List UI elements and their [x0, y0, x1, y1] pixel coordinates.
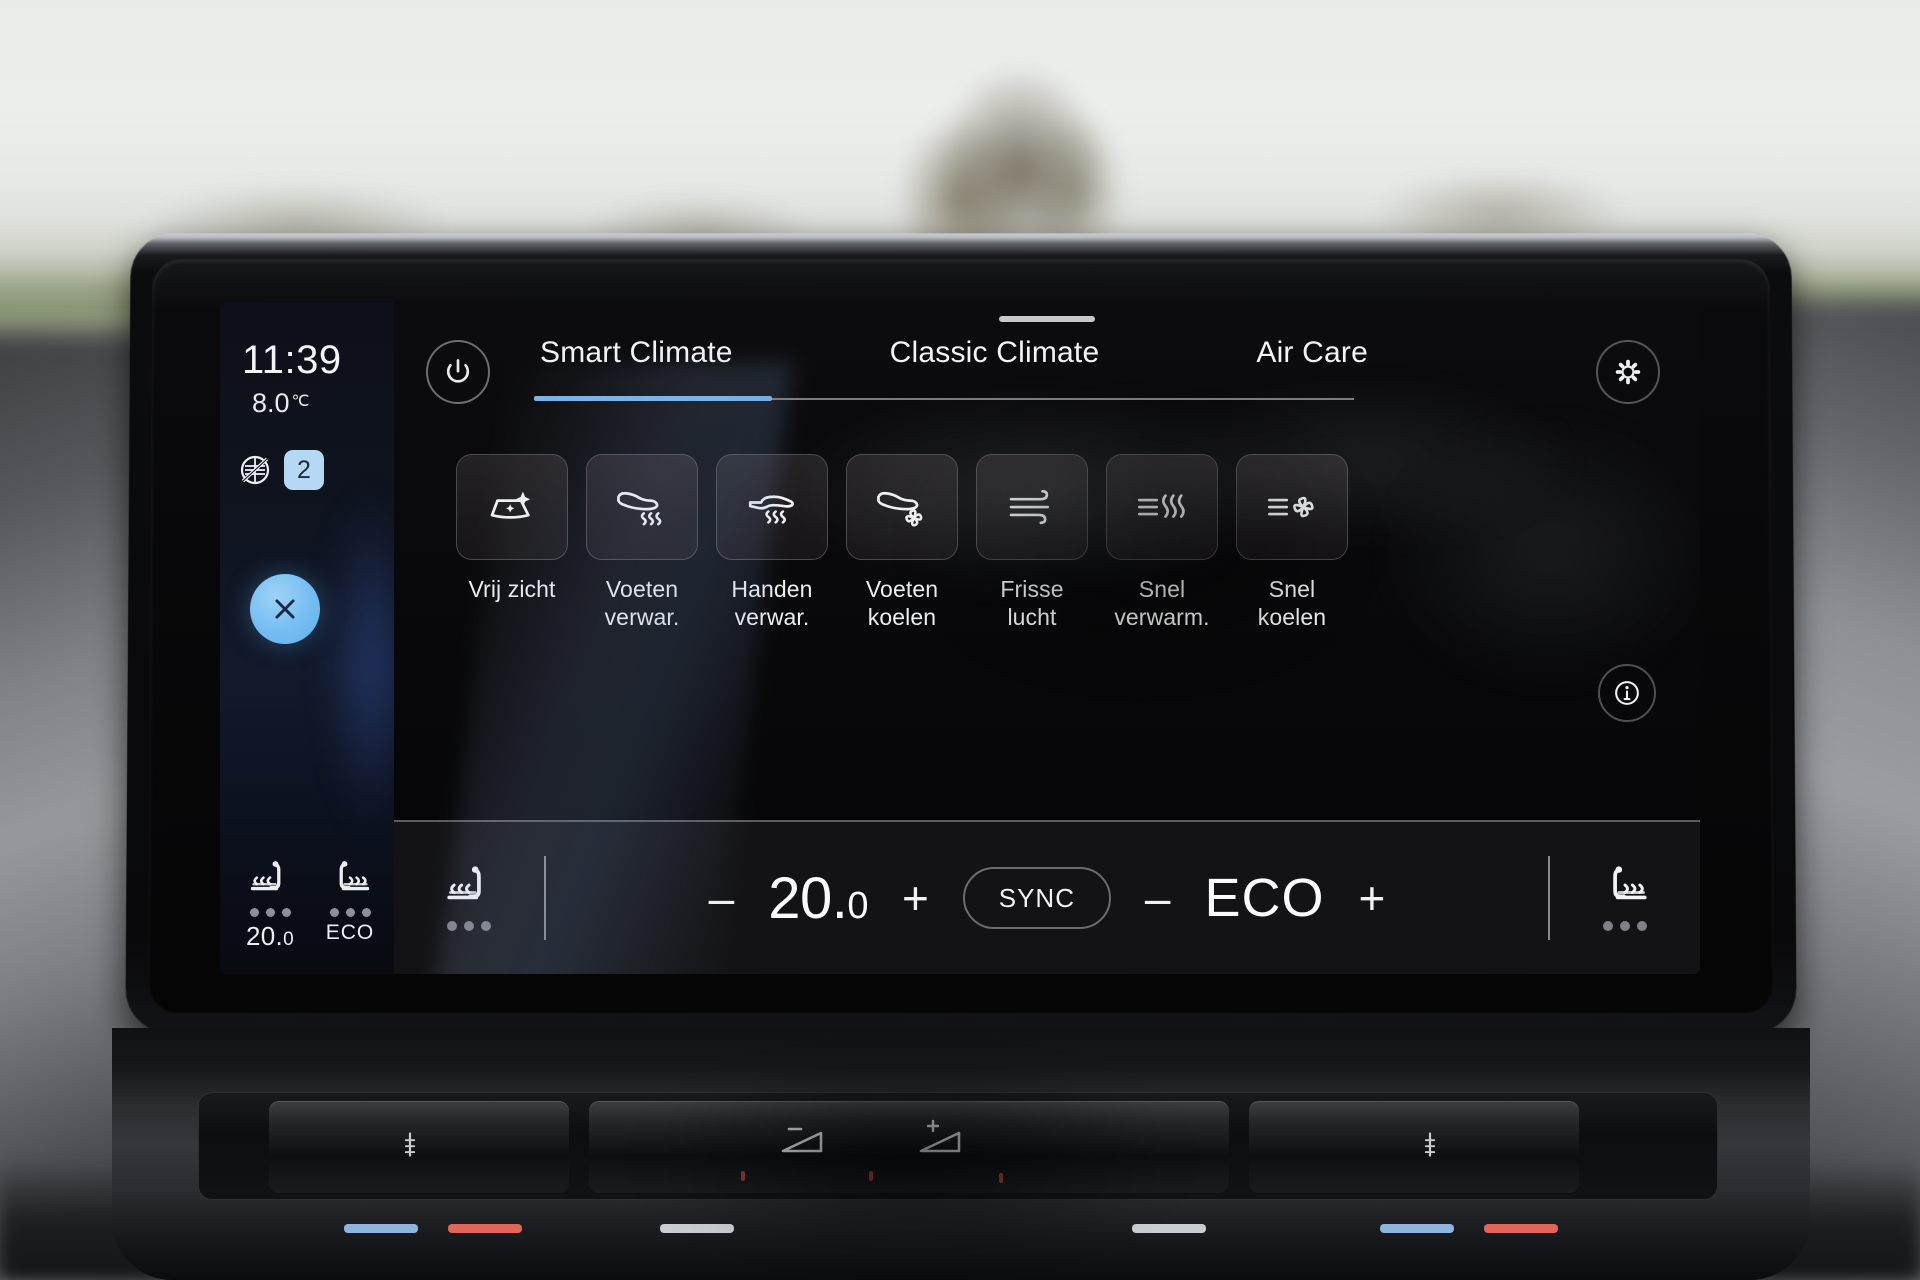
tile-label: Voeten verwar.	[604, 576, 680, 631]
close-button[interactable]	[250, 574, 320, 644]
touchscreen[interactable]: 11:39 8.0 ℃ 2 20.0 ECO Smart Climate Cla…	[220, 302, 1700, 974]
seat-level-dots	[1603, 921, 1647, 931]
temperature-and-mode-group: – 20.0 + SYNC – ECO +	[546, 865, 1548, 932]
seat-status-value: 20.0	[246, 921, 294, 951]
top-bar: Smart Climate Classic Climate Air Care	[394, 332, 1700, 424]
tile-voeten-koelen[interactable]: Voeten koelen	[846, 454, 958, 631]
clock: 11:39	[242, 338, 342, 382]
temp-warm-indicator	[1484, 1224, 1558, 1233]
tab-smart-climate[interactable]: Smart Climate	[534, 336, 739, 384]
physical-control-panel	[112, 1028, 1810, 1280]
recirculation-row: 2	[238, 450, 324, 490]
temperature-decrease-button[interactable]: –	[709, 875, 735, 921]
tile-snel-koelen[interactable]: Snel koelen	[1236, 454, 1348, 631]
close-x-icon	[275, 599, 295, 619]
power-icon	[446, 359, 470, 383]
infotainment-head-unit: 11:39 8.0 ℃ 2 20.0 ECO Smart Climate Cla…	[112, 232, 1810, 1280]
feet-cool-icon	[877, 491, 923, 527]
seat-status-value: ECO	[325, 921, 375, 944]
tile-surface[interactable]	[586, 454, 698, 560]
tile-vrij-zicht[interactable]: Vrij zicht	[456, 454, 568, 631]
seat-status-group: 20.0 ECO	[230, 860, 390, 952]
panel-reflection	[532, 1038, 1292, 1278]
seat-level-dots	[447, 921, 491, 931]
info-button[interactable]	[1598, 664, 1656, 722]
tile-label: Voeten koelen	[865, 576, 939, 631]
fan-mode-value: ECO	[1204, 868, 1325, 928]
temperature-value: 20.0	[768, 865, 868, 931]
tile-snel-verwarmen[interactable]: Snel verwarm.	[1106, 454, 1218, 631]
tab-bar: Smart Climate Classic Climate Air Care	[534, 336, 1374, 394]
tile-frisse-lucht[interactable]: Frisse lucht	[976, 454, 1088, 631]
tile-surface[interactable]	[846, 454, 958, 560]
fan-decrease-button[interactable]: –	[1145, 875, 1171, 921]
seat-status-passenger[interactable]: ECO	[310, 860, 390, 952]
temperature-increase-button[interactable]: +	[902, 875, 929, 921]
gear-icon	[1615, 359, 1641, 385]
tile-handen-verwarmen[interactable]: Handen verwar.	[716, 454, 828, 631]
quick-action-tiles: Vrij zicht Voeten verwar. Handen verwar.…	[456, 454, 1348, 631]
tab-classic-climate[interactable]: Classic Climate	[884, 336, 1106, 384]
recirculation-off-icon[interactable]	[238, 453, 272, 487]
seat-level-dots	[249, 908, 291, 917]
tile-label: Handen verwar.	[731, 576, 813, 631]
driver-seat-heat-button[interactable]	[394, 865, 544, 931]
settings-button[interactable]	[1596, 340, 1660, 404]
fan-increase-button[interactable]: +	[1359, 875, 1386, 921]
tile-voeten-verwarmen[interactable]: Voeten verwar.	[586, 454, 698, 631]
outside-temperature-unit: ℃	[291, 393, 310, 410]
feet-heat-icon	[617, 491, 662, 526]
seat-status-driver[interactable]: 20.0	[230, 860, 310, 952]
tile-surface[interactable]	[1106, 454, 1218, 560]
outside-temperature-value: 8.0	[252, 388, 290, 418]
tab-air-care[interactable]: Air Care	[1250, 336, 1374, 384]
defrost-windscreen-icon	[490, 491, 531, 519]
tile-label: Snel verwarm.	[1114, 576, 1210, 631]
tile-label: Frisse lucht	[1000, 576, 1064, 631]
tile-surface[interactable]	[1236, 454, 1348, 560]
passenger-seat-heat-button[interactable]	[1550, 865, 1700, 931]
outside-temperature: 8.0 ℃	[252, 388, 310, 419]
tile-label: Vrij zicht	[468, 576, 556, 602]
seat-heat-icon	[250, 861, 281, 891]
quick-cool-icon	[1267, 496, 1314, 518]
seat-heat-icon	[1613, 866, 1647, 900]
sync-button[interactable]: SYNC	[962, 867, 1111, 929]
seat-heat-slider-icon	[399, 1129, 421, 1165]
tile-label: Snel koelen	[1257, 576, 1327, 631]
info-icon	[1615, 681, 1639, 705]
tile-surface[interactable]	[716, 454, 828, 560]
right-temperature-slider[interactable]	[1249, 1101, 1579, 1193]
climate-power-button[interactable]	[426, 340, 490, 404]
temp-warm-indicator	[448, 1224, 522, 1233]
hand-heat-icon	[748, 495, 795, 524]
temp-cool-indicator	[344, 1224, 418, 1233]
seat-heat-icon	[339, 861, 370, 891]
tile-surface[interactable]	[976, 454, 1088, 560]
tile-surface[interactable]	[456, 454, 568, 560]
seat-heat-slider-icon	[1419, 1129, 1441, 1165]
panel-grab-handle[interactable]	[999, 316, 1095, 322]
tab-underline-active	[534, 396, 772, 401]
fan-level-indicator[interactable]: 2	[284, 450, 324, 490]
temp-cool-indicator	[1380, 1224, 1454, 1233]
fresh-air-icon	[1009, 489, 1050, 525]
seat-level-dots	[329, 908, 371, 917]
seat-heat-icon	[447, 866, 481, 900]
climate-control-bar: – 20.0 + SYNC – ECO +	[394, 820, 1700, 974]
sidebar: 11:39 8.0 ℃ 2 20.0 ECO	[220, 302, 430, 974]
quick-heat-icon	[1137, 494, 1185, 518]
